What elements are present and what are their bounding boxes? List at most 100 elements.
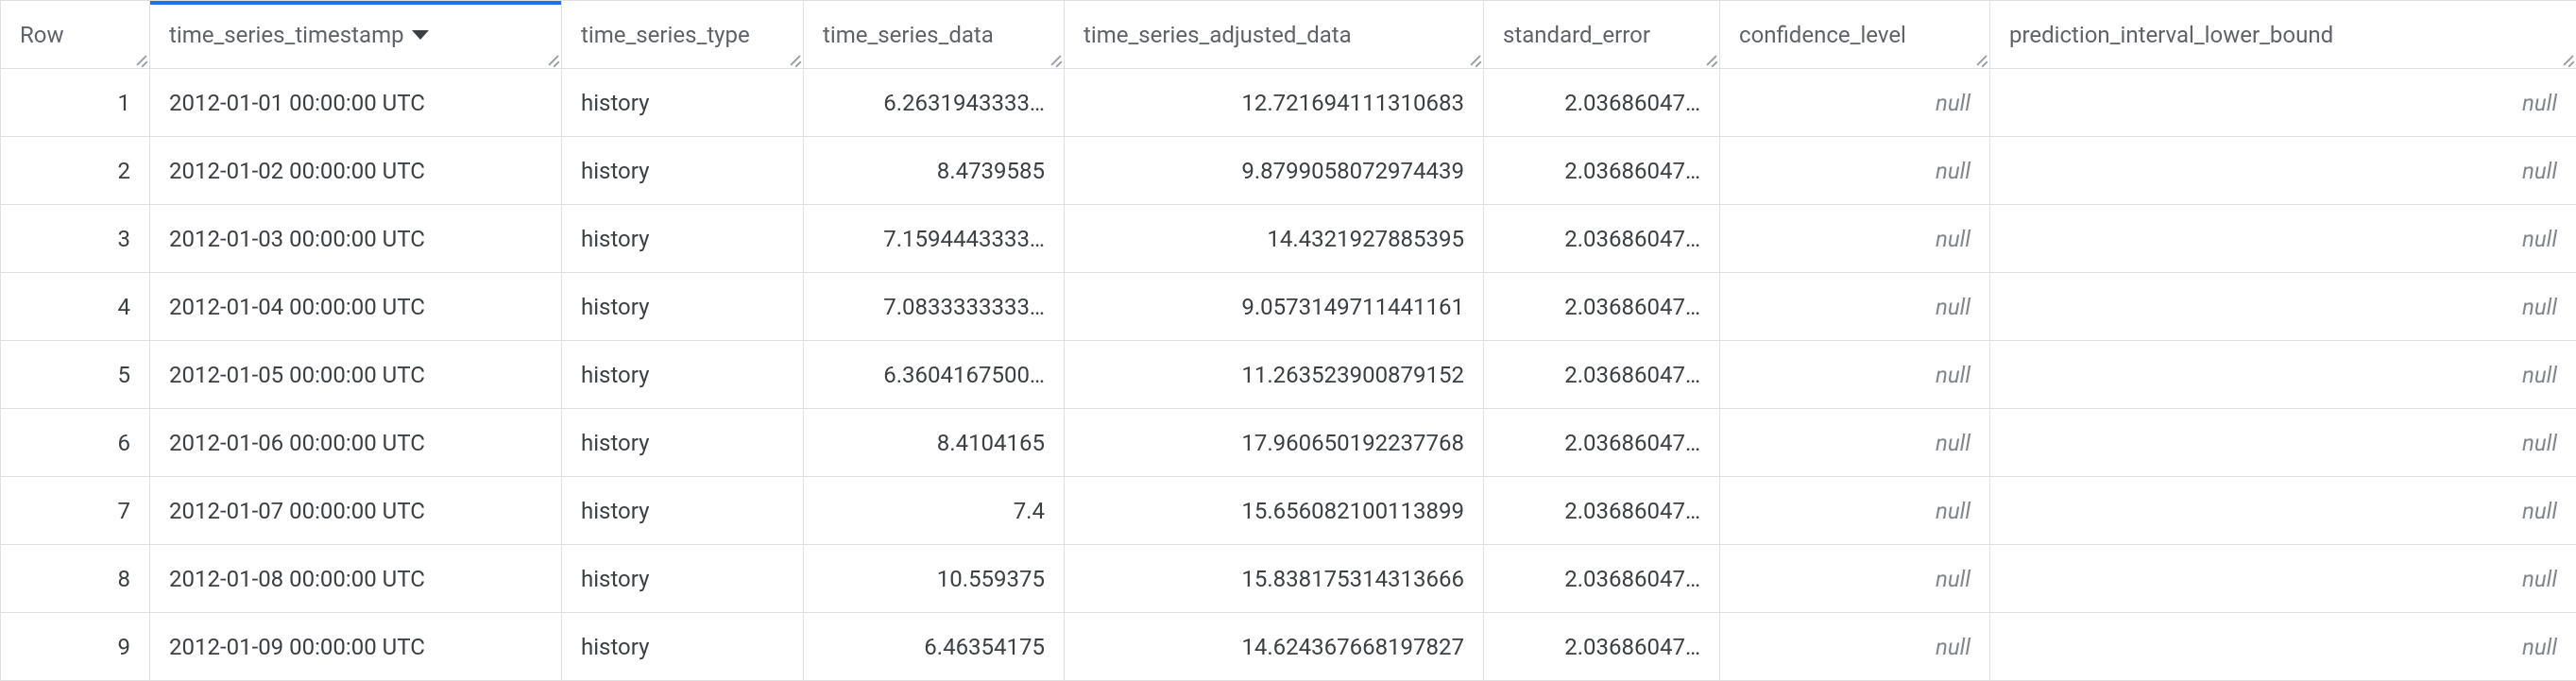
- cell-se: 2.03686047…: [1484, 137, 1720, 205]
- table-header: Row time_series_timestamptime_series_type…: [1, 1, 2576, 69]
- cell-adj: 17.960650192237768: [1065, 409, 1484, 477]
- cell-ts: 2012-01-06 00:00:00 UTC: [150, 409, 562, 477]
- column-resize-handle[interactable]: [542, 49, 559, 66]
- table-row[interactable]: 22012-01-02 00:00:00 UTChistory8.4739585…: [1, 137, 2576, 205]
- column-header-type[interactable]: time_series_type: [562, 1, 804, 69]
- cell-row: 6: [1, 409, 150, 477]
- cell-data: 7.4: [804, 477, 1065, 545]
- results-table: Row time_series_timestamptime_series_type…: [0, 0, 2576, 681]
- table-row[interactable]: 82012-01-08 00:00:00 UTChistory10.559375…: [1, 545, 2576, 613]
- cell-row: 2: [1, 137, 150, 205]
- cell-type: history: [562, 409, 804, 477]
- cell-row: 9: [1, 613, 150, 681]
- column-label: time_series_data: [823, 22, 994, 48]
- cell-conf: null: [1720, 409, 1990, 477]
- column-resize-handle[interactable]: [1464, 49, 1481, 66]
- cell-pred: null: [1990, 137, 2576, 205]
- cell-ts: 2012-01-05 00:00:00 UTC: [150, 341, 562, 409]
- table-row[interactable]: 62012-01-06 00:00:00 UTChistory8.4104165…: [1, 409, 2576, 477]
- cell-adj: 14.4321927885395: [1065, 205, 1484, 273]
- table-row[interactable]: 12012-01-01 00:00:00 UTChistory6.2631943…: [1, 69, 2576, 137]
- table-row[interactable]: 42012-01-04 00:00:00 UTChistory7.0833333…: [1, 273, 2576, 341]
- cell-adj: 9.8799058072974439: [1065, 137, 1484, 205]
- cell-conf: null: [1720, 137, 1990, 205]
- cell-se: 2.03686047…: [1484, 545, 1720, 613]
- column-header-se[interactable]: standard_error: [1484, 1, 1720, 69]
- cell-pred: null: [1990, 545, 2576, 613]
- column-resize-handle[interactable]: [130, 49, 147, 66]
- cell-pred: null: [1990, 613, 2576, 681]
- column-resize-handle[interactable]: [1970, 49, 1987, 66]
- column-label: confidence_level: [1739, 22, 1906, 48]
- cell-ts: 2012-01-09 00:00:00 UTC: [150, 613, 562, 681]
- cell-data: 6.3604167500…: [804, 341, 1065, 409]
- cell-row: 3: [1, 205, 150, 273]
- cell-pred: null: [1990, 273, 2576, 341]
- column-header-pred[interactable]: prediction_interval_lower_bound: [1990, 1, 2576, 69]
- column-header-conf[interactable]: confidence_level: [1720, 1, 1990, 69]
- cell-row: 5: [1, 341, 150, 409]
- cell-se: 2.03686047…: [1484, 477, 1720, 545]
- cell-data: 6.2631943333…: [804, 69, 1065, 137]
- cell-adj: 14.624367668197827: [1065, 613, 1484, 681]
- cell-adj: 15.838175314313666: [1065, 545, 1484, 613]
- cell-conf: null: [1720, 273, 1990, 341]
- cell-row: 4: [1, 273, 150, 341]
- cell-adj: 11.263523900879152: [1065, 341, 1484, 409]
- cell-type: history: [562, 205, 804, 273]
- column-resize-handle[interactable]: [2557, 49, 2574, 66]
- cell-type: history: [562, 477, 804, 545]
- column-resize-handle[interactable]: [1700, 49, 1717, 66]
- table-row[interactable]: 52012-01-05 00:00:00 UTChistory6.3604167…: [1, 341, 2576, 409]
- cell-conf: null: [1720, 69, 1990, 137]
- column-header-ts[interactable]: time_series_timestamp: [150, 1, 562, 69]
- column-label: time_series_adjusted_data: [1083, 22, 1352, 48]
- table-body: 12012-01-01 00:00:00 UTChistory6.2631943…: [1, 69, 2576, 681]
- cell-adj: 15.656082100113899: [1065, 477, 1484, 545]
- cell-se: 2.03686047…: [1484, 613, 1720, 681]
- cell-data: 7.1594443333…: [804, 205, 1065, 273]
- cell-ts: 2012-01-08 00:00:00 UTC: [150, 545, 562, 613]
- column-label: Row: [20, 22, 64, 48]
- cell-ts: 2012-01-03 00:00:00 UTC: [150, 205, 562, 273]
- cell-type: history: [562, 137, 804, 205]
- cell-row: 1: [1, 69, 150, 137]
- cell-type: history: [562, 273, 804, 341]
- table-row[interactable]: 32012-01-03 00:00:00 UTChistory7.1594443…: [1, 205, 2576, 273]
- cell-conf: null: [1720, 613, 1990, 681]
- cell-conf: null: [1720, 205, 1990, 273]
- column-resize-handle[interactable]: [1045, 49, 1062, 66]
- cell-se: 2.03686047…: [1484, 409, 1720, 477]
- table-row[interactable]: 72012-01-07 00:00:00 UTChistory7.415.656…: [1, 477, 2576, 545]
- column-header-row[interactable]: Row: [1, 1, 150, 69]
- cell-data: 6.46354175: [804, 613, 1065, 681]
- column-label: standard_error: [1503, 22, 1650, 48]
- cell-adj: 12.721694111310683: [1065, 69, 1484, 137]
- sort-desc-icon: [412, 30, 429, 40]
- cell-type: history: [562, 613, 804, 681]
- cell-data: 8.4104165: [804, 409, 1065, 477]
- cell-conf: null: [1720, 545, 1990, 613]
- table-row[interactable]: 92012-01-09 00:00:00 UTChistory6.4635417…: [1, 613, 2576, 681]
- column-header-data[interactable]: time_series_data: [804, 1, 1065, 69]
- cell-type: history: [562, 341, 804, 409]
- cell-pred: null: [1990, 205, 2576, 273]
- cell-adj: 9.0573149711441161: [1065, 273, 1484, 341]
- cell-ts: 2012-01-02 00:00:00 UTC: [150, 137, 562, 205]
- cell-se: 2.03686047…: [1484, 273, 1720, 341]
- cell-data: 8.4739585: [804, 137, 1065, 205]
- column-label: prediction_interval_lower_bound: [2009, 22, 2333, 48]
- column-header-adj[interactable]: time_series_adjusted_data: [1065, 1, 1484, 69]
- cell-ts: 2012-01-01 00:00:00 UTC: [150, 69, 562, 137]
- cell-pred: null: [1990, 477, 2576, 545]
- cell-row: 8: [1, 545, 150, 613]
- cell-conf: null: [1720, 341, 1990, 409]
- cell-pred: null: [1990, 341, 2576, 409]
- cell-row: 7: [1, 477, 150, 545]
- column-resize-handle[interactable]: [784, 49, 801, 66]
- cell-ts: 2012-01-07 00:00:00 UTC: [150, 477, 562, 545]
- cell-conf: null: [1720, 477, 1990, 545]
- cell-se: 2.03686047…: [1484, 205, 1720, 273]
- cell-data: 10.559375: [804, 545, 1065, 613]
- cell-data: 7.0833333333…: [804, 273, 1065, 341]
